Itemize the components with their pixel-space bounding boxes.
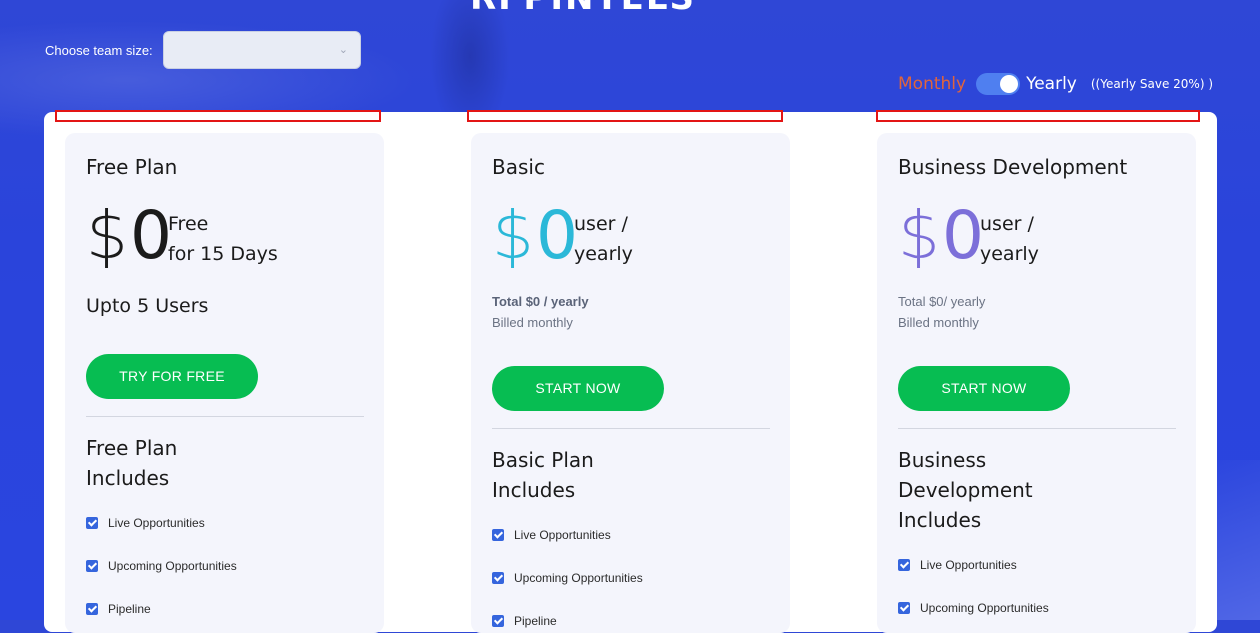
currency-symbol: $ — [492, 197, 534, 274]
plan-name: Free Plan — [86, 155, 178, 179]
price-unit-line2: for 15 Days — [168, 243, 278, 265]
feature-label: Upcoming Opportunities — [108, 559, 237, 573]
billing-toggle-group: Monthly Yearly ((Yearly Save 20%) ) — [898, 70, 1213, 98]
checkbox-icon — [86, 603, 98, 615]
feature-label: Live Opportunities — [108, 516, 205, 530]
feature-item: Pipeline — [86, 602, 151, 616]
billing-frequency: Billed monthly — [492, 315, 573, 330]
currency-symbol: $ — [898, 197, 940, 274]
currency-symbol: $ — [86, 197, 128, 274]
feature-label: Pipeline — [514, 614, 557, 628]
price-unit-line1: user / — [574, 213, 628, 235]
price-amount: 0 — [942, 197, 984, 274]
price-unit-line1: Free — [168, 213, 209, 235]
price-unit: Free for 15 Days — [168, 209, 278, 269]
monthly-label[interactable]: Monthly — [898, 74, 966, 94]
divider — [86, 416, 364, 417]
checkbox-icon — [492, 572, 504, 584]
price-unit: user / yearly — [574, 209, 633, 269]
feature-item: Upcoming Opportunities — [898, 601, 1049, 615]
team-size-label: Choose team size: — [45, 43, 153, 58]
feature-label: Live Opportunities — [514, 528, 611, 542]
feature-item: Pipeline — [492, 614, 557, 628]
feature-label: Live Opportunities — [920, 558, 1017, 572]
yearly-save-note: ((Yearly Save 20%) ) — [1090, 77, 1213, 91]
try-for-free-button[interactable]: TRY FOR FREE — [86, 354, 258, 399]
billing-frequency: Billed monthly — [898, 315, 979, 330]
billing-period-toggle[interactable] — [976, 73, 1021, 95]
includes-title: Free Plan Includes — [86, 436, 178, 490]
feature-item: Upcoming Opportunities — [492, 571, 643, 585]
chevron-down-icon: ⌄ — [338, 43, 348, 56]
highlight-box-basic — [467, 110, 783, 122]
feature-item: Live Opportunities — [86, 516, 205, 530]
feature-item: Live Opportunities — [898, 558, 1017, 572]
users-limit: Upto 5 Users — [86, 295, 209, 317]
checkbox-icon — [86, 560, 98, 572]
price-unit-line2: yearly — [574, 243, 633, 265]
feature-item: Upcoming Opportunities — [86, 559, 237, 573]
divider — [492, 428, 770, 429]
total-price: Total $0/ yearly — [898, 294, 986, 309]
feature-label: Upcoming Opportunities — [920, 601, 1049, 615]
checkbox-icon — [898, 602, 910, 614]
plan-name: Business Development — [898, 155, 1128, 179]
checkbox-icon — [492, 615, 504, 627]
price-amount: 0 — [130, 197, 172, 274]
feature-label: Pipeline — [108, 602, 151, 616]
brand-logo: RFPINTELS — [470, 0, 790, 14]
toggle-knob — [1000, 75, 1019, 93]
price-amount: 0 — [536, 197, 578, 274]
divider — [898, 428, 1176, 429]
start-now-button[interactable]: START NOW — [492, 366, 664, 411]
plan-name: Basic — [492, 155, 545, 179]
plan-card-business: Business Development $ 0 user / yearly T… — [877, 133, 1196, 633]
checkbox-icon — [86, 517, 98, 529]
highlight-box-free — [55, 110, 381, 122]
total-price: Total $0 / yearly — [492, 294, 589, 309]
price-unit: user / yearly — [980, 209, 1039, 269]
yearly-label[interactable]: Yearly — [1026, 74, 1077, 94]
feature-item: Live Opportunities — [492, 528, 611, 542]
highlight-box-business — [876, 110, 1200, 122]
checkbox-icon — [898, 559, 910, 571]
team-size-select[interactable]: ⌄ — [163, 31, 361, 69]
plan-card-free: Free Plan $ 0 Free for 15 Days Upto 5 Us… — [65, 133, 384, 633]
includes-title: Basic Plan Includes — [492, 448, 594, 502]
checkbox-icon — [492, 529, 504, 541]
start-now-button[interactable]: START NOW — [898, 366, 1070, 411]
price-unit-line2: yearly — [980, 243, 1039, 265]
feature-label: Upcoming Opportunities — [514, 571, 643, 585]
plan-card-basic: Basic $ 0 user / yearly Total $0 / yearl… — [471, 133, 790, 633]
includes-title: Business Development Includes — [898, 448, 1033, 532]
price-unit-line1: user / — [980, 213, 1034, 235]
